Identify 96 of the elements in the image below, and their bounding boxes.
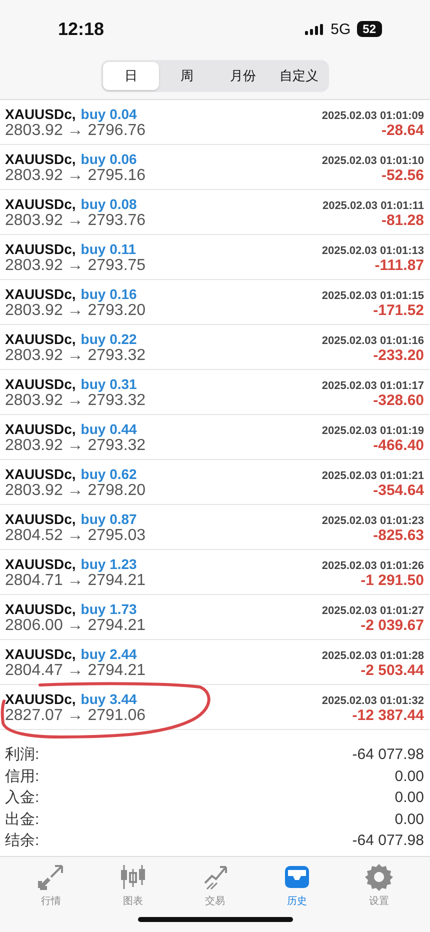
symbol-label: XAUUSDc,: [5, 106, 76, 122]
profit-value: -354.64: [373, 482, 424, 499]
price-range: 2803.92 → 2798.20: [5, 482, 146, 500]
order-label: buy 0.11: [80, 241, 136, 257]
symbol-label: XAUUSDc,: [5, 196, 76, 212]
order-label: buy 0.04: [80, 106, 137, 122]
order-label: buy 0.22: [80, 331, 137, 347]
summary-label: 结余:: [5, 831, 40, 851]
profit-value: -2 503.44: [360, 662, 424, 679]
profit-value: -28.64: [381, 122, 424, 139]
clock-time: 12:18: [58, 18, 104, 40]
symbol-label: XAUUSDc,: [5, 466, 76, 482]
summary-label: 入金:: [5, 788, 40, 808]
symbol-label: XAUUSDc,: [5, 421, 76, 437]
period-tab[interactable]: 自定义: [271, 62, 327, 90]
price-range: 2803.92 → 2796.76: [5, 122, 146, 140]
price-range: 2803.92 → 2793.20: [5, 302, 146, 320]
symbol-label: XAUUSDc,: [5, 511, 76, 527]
profit-value: -171.52: [373, 302, 424, 319]
order-label: buy 3.44: [80, 691, 137, 707]
battery-level: 52: [356, 21, 382, 37]
nav-tab[interactable]: 行情: [29, 860, 73, 910]
symbol-label: XAUUSDc,: [5, 151, 76, 167]
profit-value: -1 291.50: [360, 572, 424, 589]
symbol-label: XAUUSDc,: [5, 691, 76, 707]
profit-value: -111.87: [374, 257, 424, 274]
deal-time: 2025.02.03 01:01:11: [322, 200, 424, 212]
nav-tab[interactable]: 交易: [193, 860, 237, 910]
deal-time: 2025.02.03 01:01:23: [322, 515, 424, 527]
summary-label: 出金:: [5, 810, 40, 830]
deal-time: 2025.02.03 01:01:28: [322, 650, 424, 662]
profit-value: -52.56: [381, 167, 424, 184]
price-range: 2804.52 → 2795.03: [5, 527, 146, 545]
summary-value: 0.00: [394, 766, 424, 786]
period-tab[interactable]: 月份: [215, 62, 271, 90]
period-tab[interactable]: 周: [159, 62, 215, 90]
profit-value: -12 387.44: [352, 707, 424, 724]
deal-time: 2025.02.03 01:01:13: [322, 245, 424, 257]
summary-value: -64 077.98: [352, 745, 424, 765]
deal-time: 2025.02.03 01:01:32: [322, 695, 424, 707]
price-range: 2804.71 → 2794.21: [5, 572, 146, 590]
nav-tab[interactable]: 图表: [111, 860, 155, 910]
order-label: buy 0.44: [80, 421, 137, 437]
order-label: buy 0.87: [80, 511, 137, 527]
summary-label: 信用:: [5, 766, 40, 786]
deal-time: 2025.02.03 01:01:10: [322, 155, 424, 167]
order-label: buy 0.08: [80, 196, 137, 212]
network-label: 5G: [330, 20, 351, 38]
price-range: 2803.92 → 2793.32: [5, 392, 146, 410]
symbol-label: XAUUSDc,: [5, 286, 76, 302]
symbol-label: XAUUSDc,: [5, 556, 76, 572]
symbol-label: XAUUSDc,: [5, 241, 76, 257]
symbol-label: XAUUSDc,: [5, 331, 76, 347]
settings-icon: [365, 862, 393, 890]
price-range: 2806.00 → 2794.21: [5, 617, 146, 635]
period-tab[interactable]: 日: [103, 62, 159, 90]
diagonal-arrows-icon: [37, 862, 65, 890]
symbol-label: XAUUSDc,: [5, 376, 76, 392]
summary-value: 0.00: [394, 810, 424, 830]
signal-icon: [304, 24, 325, 34]
price-range: 2827.07 → 2791.06: [5, 707, 146, 725]
deal-time: 2025.02.03 01:01:16: [322, 335, 424, 347]
deal-time: 2025.02.03 01:01:09: [322, 110, 424, 122]
profit-value: -466.40: [373, 437, 424, 454]
candlestick-icon: [119, 862, 147, 890]
symbol-label: XAUUSDc,: [5, 601, 76, 617]
profit-value: -825.63: [373, 527, 424, 544]
profit-value: -233.20: [373, 347, 424, 364]
profit-value: -81.28: [381, 212, 424, 229]
nav-tab[interactable]: 设置: [357, 860, 401, 910]
nav-tab[interactable]: 历史: [275, 860, 319, 910]
order-label: buy 1.73: [80, 601, 137, 617]
price-range: 2803.92 → 2793.75: [5, 257, 146, 275]
price-range: 2803.92 → 2793.76: [5, 212, 146, 230]
deal-time: 2025.02.03 01:01:27: [322, 605, 424, 617]
summary-value: 0.00: [394, 788, 424, 808]
price-range: 2803.92 → 2793.32: [5, 347, 146, 365]
order-label: buy 0.06: [80, 151, 137, 167]
deal-time: 2025.02.03 01:01:15: [322, 290, 424, 302]
price-range: 2803.92 → 2793.32: [5, 437, 146, 455]
deal-time: 2025.02.03 01:01:26: [322, 560, 424, 572]
order-label: buy 0.16: [80, 286, 137, 302]
order-label: buy 0.62: [80, 466, 137, 482]
deal-time: 2025.02.03 01:01:21: [322, 470, 424, 482]
profit-value: -2 039.67: [360, 617, 424, 634]
price-range: 2803.92 → 2795.16: [5, 167, 146, 185]
order-label: buy 0.31: [80, 376, 137, 392]
order-label: buy 2.44: [80, 646, 137, 662]
deal-time: 2025.02.03 01:01:17: [322, 380, 424, 392]
summary-label: 利润:: [5, 745, 40, 765]
profit-value: -328.60: [373, 392, 424, 409]
summary-value: -64 077.98: [352, 831, 424, 851]
price-range: 2804.47 → 2794.21: [5, 662, 146, 680]
symbol-label: XAUUSDc,: [5, 646, 76, 662]
deal-time: 2025.02.03 01:01:19: [322, 425, 424, 437]
order-label: buy 1.23: [80, 556, 137, 572]
